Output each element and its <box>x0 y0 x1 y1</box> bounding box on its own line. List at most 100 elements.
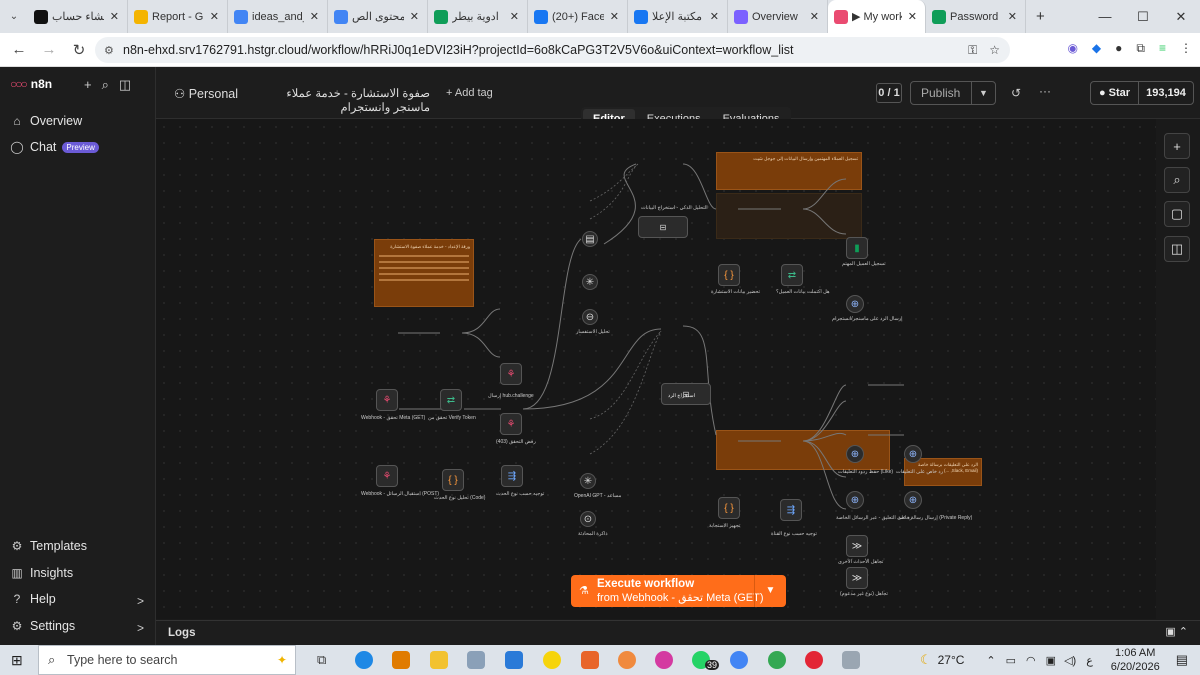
prepare-response-node[interactable]: { } <box>718 497 740 519</box>
browser-tab[interactable]: Password ✕ <box>926 0 1026 33</box>
private-comment-node[interactable]: ⊕ <box>904 445 922 463</box>
copilot-icon[interactable] <box>392 651 410 669</box>
extension-icon-2[interactable]: ◆ <box>1092 41 1101 56</box>
add-tag-button[interactable]: + Add tag <box>446 87 493 99</box>
close-icon[interactable]: ✕ <box>1162 9 1200 25</box>
site-info-icon[interactable]: ⚙ <box>104 44 114 57</box>
create-plus-icon[interactable]: + <box>84 77 92 93</box>
search-nodes-icon[interactable]: ⌕ <box>1164 167 1190 193</box>
github-star-button[interactable]: ● Star 193,194 <box>1090 81 1194 105</box>
tab-close-icon[interactable]: ✕ <box>408 10 421 23</box>
chevron-right-icon[interactable]: > <box>137 621 144 635</box>
tab-close-icon[interactable]: ✕ <box>1006 10 1019 23</box>
sticky-note-icon[interactable]: ▢ <box>1164 201 1190 227</box>
browser-tab[interactable]: (20+) Face ✕ <box>528 0 628 33</box>
volume-icon[interactable]: ◁) <box>1064 654 1076 667</box>
tab-close-icon[interactable]: ✕ <box>708 10 721 23</box>
battery-icon[interactable]: ▭ <box>1006 654 1016 667</box>
browser-tab[interactable]: محتوى الص ✕ <box>328 0 428 33</box>
notifications-icon[interactable]: ▤ <box>1176 652 1188 668</box>
sidebar-item-templates[interactable]: ⚙ Templates <box>10 539 87 553</box>
edge-icon[interactable] <box>355 651 373 669</box>
meet-icon[interactable]: ▣ <box>1046 654 1056 667</box>
memory-node[interactable]: ⊙ <box>580 511 596 527</box>
notes-icon[interactable] <box>842 651 860 669</box>
chevron-right-icon[interactable]: > <box>137 594 144 608</box>
app-m-icon[interactable] <box>655 651 673 669</box>
tab-close-icon[interactable]: ✕ <box>808 10 821 23</box>
hub-challenge-node[interactable]: ⚘ <box>500 363 522 385</box>
ai-extract-node[interactable]: ⊟ <box>638 216 688 238</box>
chrome-icon[interactable] <box>730 651 748 669</box>
tab-close-icon[interactable]: ✕ <box>208 10 221 23</box>
weather-icon[interactable]: ☾ <box>920 652 932 668</box>
switch-event-node[interactable]: ⇶ <box>501 465 523 487</box>
sidebar-item-insights[interactable]: ▥ Insights <box>10 566 73 580</box>
memory-node-2[interactable]: ▤ <box>582 231 598 247</box>
browser-tab[interactable]: ▶ My work ✕ <box>828 0 926 33</box>
sheets-node[interactable]: ▮ <box>846 237 868 259</box>
tab-search-icon[interactable]: ⌄ <box>0 11 28 22</box>
extensions-puzzle-icon[interactable]: ⧉ <box>1136 41 1145 56</box>
extension-icon-1[interactable]: ◉ <box>1067 41 1077 56</box>
browser-tab[interactable]: إنشاء حساب ✕ <box>28 0 128 33</box>
chrome-profile-icon[interactable] <box>768 651 786 669</box>
history-icon[interactable]: ↺ <box>1011 86 1021 100</box>
openai-node-2[interactable]: ✳ <box>582 274 598 290</box>
opera-icon[interactable] <box>805 651 823 669</box>
chevron-down-icon[interactable]: ▼ <box>754 575 786 607</box>
reject-403-node[interactable]: ⚘ <box>500 413 522 435</box>
tray-chevron-icon[interactable]: ⌃ <box>986 654 995 667</box>
code-node[interactable]: { } <box>442 469 464 491</box>
logs-toggle-icon[interactable]: ▣ ⌃ <box>1165 625 1188 638</box>
http-send-node[interactable]: ⊕ <box>846 295 864 313</box>
panel-toggle-icon[interactable]: ◫ <box>1164 236 1190 262</box>
tab-close-icon[interactable]: ✕ <box>508 10 521 23</box>
like-node[interactable]: ⊕ <box>846 445 864 463</box>
extension-icon-3[interactable]: ● <box>1115 41 1122 56</box>
comment-reply-node[interactable]: ⊕ <box>846 491 864 509</box>
store-icon[interactable] <box>467 651 485 669</box>
chevron-down-icon[interactable]: ▼ <box>971 82 995 104</box>
reload-icon[interactable]: ↻ <box>64 41 94 59</box>
new-tab-button[interactable]: + <box>1026 8 1055 25</box>
snapchat-icon[interactable] <box>543 651 561 669</box>
parser-node[interactable]: ⊖ <box>582 309 598 325</box>
task-view-icon[interactable]: ⧉ <box>317 652 326 668</box>
language-indicator[interactable]: ع <box>1086 654 1093 667</box>
n8n-logo[interactable]: ○○○ n8n <box>10 77 52 91</box>
maximize-icon[interactable]: ☐ <box>1124 9 1162 25</box>
execute-workflow-button[interactable]: ⚗ Execute workflow from Webhook - تحقق M… <box>571 575 786 607</box>
private-reply-node[interactable]: ⊕ <box>904 491 922 509</box>
taskbar-search-input[interactable]: ⌕ Type here to search ✦ <box>38 645 296 675</box>
webhook-get-node[interactable]: ⚘ <box>376 389 398 411</box>
logs-panel[interactable]: Logs ▣ ⌃ <box>156 620 1200 645</box>
sidebar-item-overview[interactable]: ⌂ Overview <box>10 114 82 128</box>
file-explorer-icon[interactable] <box>430 651 448 669</box>
tab-close-icon[interactable]: ✕ <box>608 10 621 23</box>
sidebar-item-settings[interactable]: ⚙ Settings <box>10 619 76 633</box>
ignore-other-node[interactable]: ≫ <box>846 535 868 557</box>
bookmark-star-icon[interactable]: ☆ <box>989 43 1000 58</box>
add-node-icon[interactable]: + <box>1164 133 1190 159</box>
verify-token-node[interactable]: ⇄ <box>440 389 462 411</box>
browser-tab[interactable]: مكتبة الإعلا ✕ <box>628 0 728 33</box>
openai-node[interactable]: ✳ <box>580 473 596 489</box>
workflow-name[interactable]: صفوة الاستشارة - خدمة عملاء ماسنجر وانست… <box>250 86 430 114</box>
sidebar-item-chat[interactable]: ◯ Chat Preview <box>10 140 99 154</box>
channel-switch-node[interactable]: ⇶ <box>780 499 802 521</box>
profile-icon[interactable]: ≡ <box>1159 41 1166 56</box>
wifi-icon[interactable]: ◠ <box>1026 654 1036 667</box>
password-key-icon[interactable]: ⚿ <box>968 43 977 58</box>
browser-tab[interactable]: Report - G ✕ <box>128 0 228 33</box>
tab-close-icon[interactable]: ✕ <box>108 10 121 23</box>
browser-tab[interactable]: ادوية بيطر ✕ <box>428 0 528 33</box>
browser-tab[interactable]: Overview ✕ <box>728 0 828 33</box>
minimize-icon[interactable]: — <box>1086 9 1124 24</box>
url-field[interactable]: ⚙ n8n-ehxd.srv1762791.hstgr.cloud/workfl… <box>95 37 1010 63</box>
forward-icon[interactable]: → <box>34 41 64 58</box>
ignore-unsupported-node[interactable]: ≫ <box>846 567 868 589</box>
windows-start-icon[interactable]: ⊞ <box>11 652 23 669</box>
search-icon[interactable]: ⌕ <box>102 77 109 93</box>
claude-icon[interactable] <box>618 651 636 669</box>
